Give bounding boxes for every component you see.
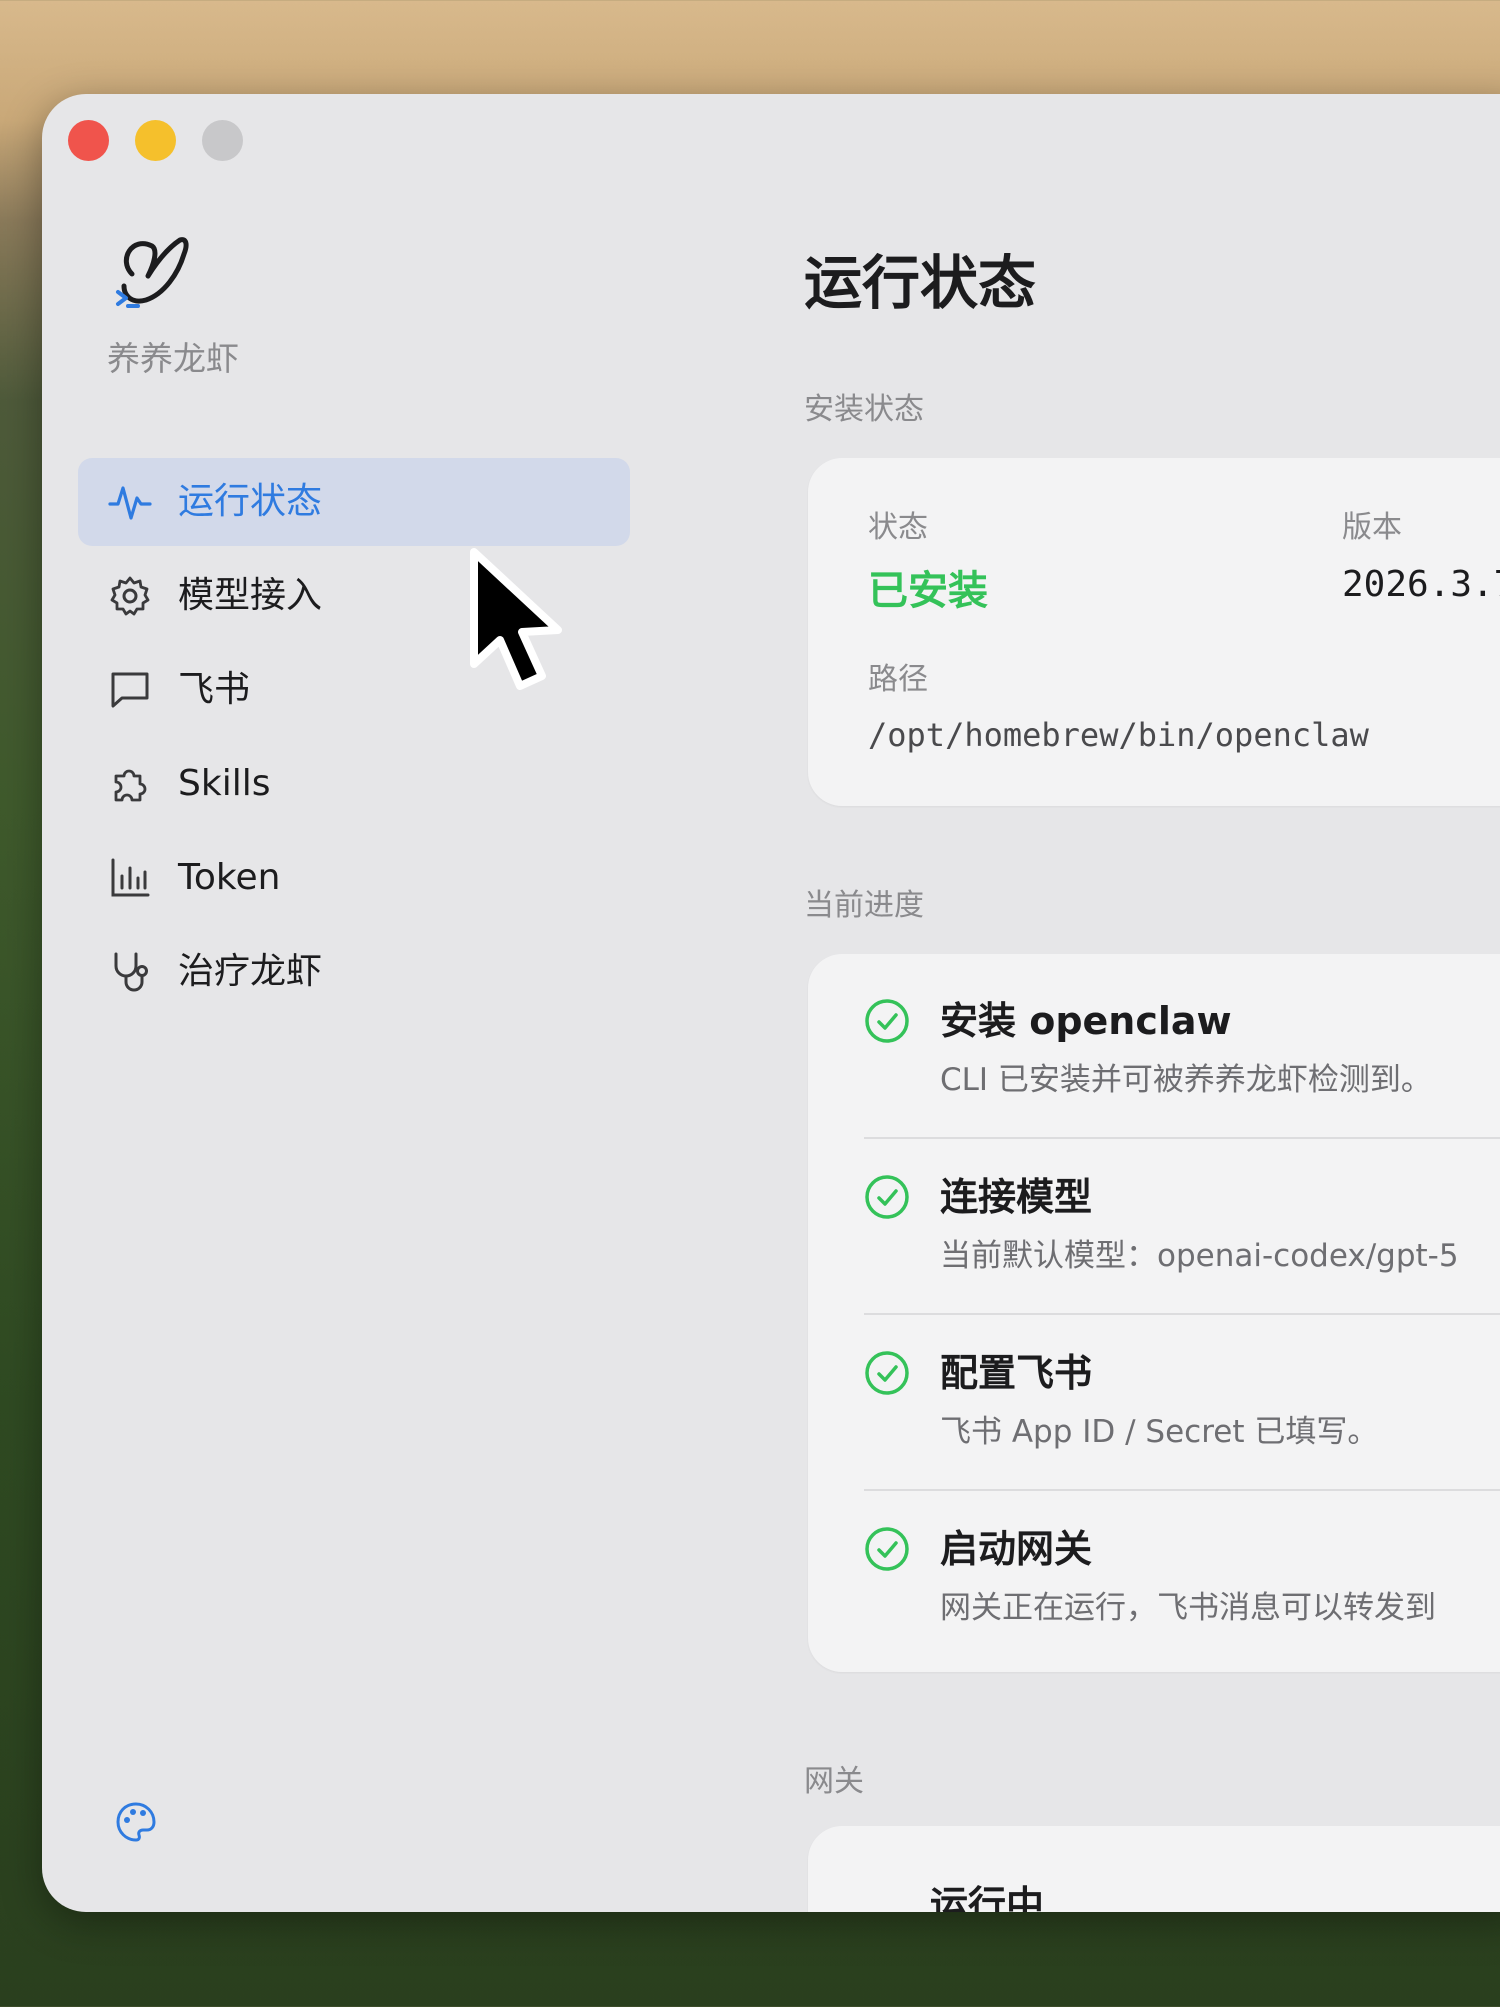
sidebar-item-token[interactable]: Token <box>78 834 630 922</box>
sidebar-item-skills[interactable]: Skills <box>78 740 630 828</box>
step-item: 连接模型 当前默认模型：openai-codex/gpt-5 <box>864 1130 1500 1306</box>
step-desc: CLI 已安装并可被养养龙虾检测到。 <box>940 1062 1432 1098</box>
check-circle-icon <box>865 1175 909 1219</box>
sidebar-item-label: Skills <box>178 763 271 804</box>
sidebar-item-label: 飞书 <box>178 669 251 710</box>
activity-icon <box>108 486 152 520</box>
message-icon <box>111 672 149 708</box>
progress-section-label: 当前进度 <box>804 888 924 923</box>
version-label: 版本 <box>1342 510 1402 545</box>
step-title: 配置飞书 <box>940 1351 1093 1395</box>
sidebar-item-label: 运行状态 <box>178 481 323 522</box>
sidebar-item-label: 治疗龙虾 <box>178 951 323 992</box>
sidebar: 养养龙虾 运行状态 模型接入 飞书 Skills Token 治疗龙虾 <box>42 94 642 1912</box>
sidebar-item-status[interactable]: 运行状态 <box>78 458 630 546</box>
check-circle-icon <box>865 1351 909 1395</box>
step-item: 启动网关 网关正在运行，飞书消息可以转发到 <box>864 1482 1500 1658</box>
palette-icon[interactable] <box>114 1800 158 1844</box>
sidebar-item-label: Token <box>178 857 281 898</box>
gateway-section-label: 网关 <box>804 1764 864 1799</box>
install-card: 状态 已安装 版本 2026.3.7 路径 /opt/homebrew/bin/… <box>808 458 1500 806</box>
status-label: 状态 <box>868 510 928 545</box>
puzzle-icon <box>114 769 147 802</box>
step-title: 启动网关 <box>940 1527 1093 1571</box>
app-logo-icon <box>116 237 189 308</box>
gateway-card: 运行中 <box>808 1826 1500 1912</box>
main-content: 运行状态 安装状态 状态 已安装 版本 2026.3.7 路径 /opt/hom… <box>804 94 1500 1912</box>
step-desc: 当前默认模型：openai-codex/gpt-5 <box>940 1238 1459 1274</box>
app-name: 养养龙虾 <box>107 339 239 378</box>
step-item: 安装 openclaw CLI 已安装并可被养养龙虾检测到。 <box>864 954 1500 1130</box>
path-label: 路径 <box>868 662 928 697</box>
progress-card: 安装 openclaw CLI 已安装并可被养养龙虾检测到。 连接模型 当前默认… <box>808 954 1500 1672</box>
mouse-cursor-icon <box>470 548 562 690</box>
status-value: 已安装 <box>868 568 988 614</box>
app-window: 养养龙虾 运行状态 模型接入 飞书 Skills Token 治疗龙虾 运行状态… <box>42 94 1500 1912</box>
step-title: 连接模型 <box>940 1175 1093 1219</box>
check-circle-icon <box>865 1527 909 1571</box>
sidebar-item-label: 模型接入 <box>178 575 323 616</box>
sidebar-nav: 运行状态 模型接入 飞书 Skills Token 治疗龙虾 <box>78 458 630 1022</box>
bar-chart-icon <box>111 858 150 897</box>
gear-icon <box>110 576 150 616</box>
sidebar-item-treat[interactable]: 治疗龙虾 <box>78 928 630 1016</box>
step-desc: 飞书 App ID / Secret 已填写。 <box>940 1414 1379 1450</box>
step-desc: 网关正在运行，飞书消息可以转发到 <box>940 1590 1436 1626</box>
path-value: /opt/homebrew/bin/openclaw <box>868 716 1369 754</box>
page-title: 运行状态 <box>804 249 1037 317</box>
version-value: 2026.3.7 <box>1342 564 1500 605</box>
step-title: 安装 openclaw <box>940 999 1232 1043</box>
stethoscope-icon <box>114 952 148 992</box>
gateway-status: 运行中 <box>930 1883 1045 1912</box>
install-section-label: 安装状态 <box>804 392 924 427</box>
check-circle-icon <box>865 999 909 1043</box>
step-item: 配置飞书 飞书 App ID / Secret 已填写。 <box>864 1306 1500 1482</box>
